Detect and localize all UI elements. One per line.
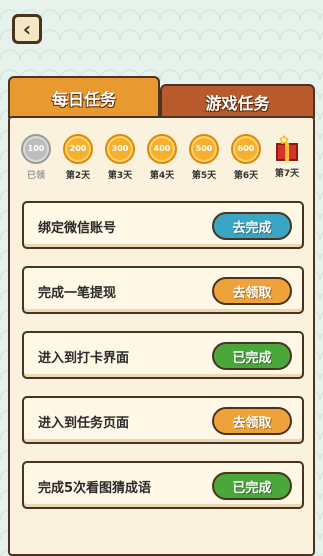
tab-game-tasks[interactable]: 游戏任务 (160, 84, 315, 118)
task-row: 进入到打卡界面 已完成 (22, 331, 304, 379)
day-label: 第3天 (107, 171, 133, 181)
task-label: 完成5次看图猜成语 (38, 481, 152, 496)
task-label: 进入到打卡界面 (38, 351, 130, 366)
tab-daily-tasks[interactable]: 每日任务 (8, 76, 160, 118)
task-row: 完成一笔提现 去领取 (22, 266, 304, 314)
tab-game-label: 游戏任务 (205, 94, 270, 113)
checkin-day-3[interactable]: 300 第3天 (104, 134, 136, 181)
coin-icon: 100 (21, 134, 51, 164)
coin-icon: 400 (147, 134, 177, 164)
checkin-day-4[interactable]: 400 第4天 (146, 134, 178, 181)
task-action-button[interactable]: 去领取 (212, 277, 292, 305)
checkin-day-5[interactable]: 500 第5天 (188, 134, 220, 181)
coin-icon: 300 (105, 134, 135, 164)
task-action-button[interactable]: 已完成 (212, 472, 292, 500)
day-label: 第2天 (65, 171, 91, 181)
coin-icon: 500 (189, 134, 219, 164)
task-action-button[interactable]: 去领取 (212, 407, 292, 435)
task-action-button[interactable]: 去完成 (212, 212, 292, 240)
day-label: 第6天 (233, 171, 259, 181)
back-button[interactable]: ‹ (12, 14, 42, 44)
tab-daily-label: 每日任务 (51, 90, 116, 109)
day-label: 已领 (26, 171, 45, 181)
checkin-day-6[interactable]: 600 第6天 (230, 134, 262, 181)
gift-box-icon: ✿ (273, 134, 301, 162)
task-row: 完成5次看图猜成语 已完成 (22, 461, 304, 509)
checkin-day-1: 100 已领 (20, 134, 52, 181)
task-label: 完成一笔提现 (38, 286, 117, 301)
task-row: 进入到任务页面 去领取 (22, 396, 304, 444)
checkin-day-2[interactable]: 200 第2天 (62, 134, 94, 181)
task-action-button[interactable]: 已完成 (212, 342, 292, 370)
coin-icon: 200 (63, 134, 93, 164)
task-row: 绑定微信账号 去完成 (22, 201, 304, 249)
day-label: 第7天 (274, 169, 300, 179)
task-label: 绑定微信账号 (38, 221, 117, 236)
chevron-left-icon: ‹ (22, 17, 32, 41)
checkin-day-7[interactable]: ✿ 第7天 (271, 134, 303, 179)
coin-icon: 600 (231, 134, 261, 164)
day-label: 第4天 (149, 171, 175, 181)
task-panel: 100 已领 200 第2天 300 第3天 400 第4天 500 第5天 6… (8, 116, 315, 556)
day-label: 第5天 (191, 171, 217, 181)
task-label: 进入到任务页面 (38, 416, 130, 431)
